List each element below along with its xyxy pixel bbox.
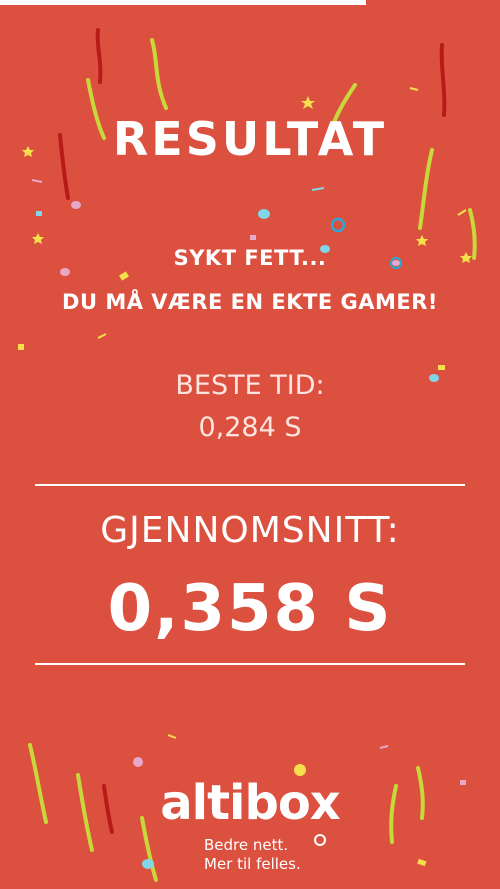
result-message-line2: DU MÅ VÆRE EN EKTE GAMER! bbox=[62, 290, 438, 314]
average-value: 0,358 S bbox=[107, 572, 393, 646]
divider-top bbox=[35, 484, 465, 486]
tagline-line2: Mer til felles. bbox=[204, 855, 301, 873]
divider-bottom bbox=[35, 663, 465, 665]
average-label: GJENNOMSNITT: bbox=[100, 510, 400, 551]
best-time-value: 0,284 S bbox=[198, 412, 302, 443]
tagline-line1: Bedre nett. bbox=[204, 836, 289, 854]
best-time-label: BESTE TID: bbox=[175, 370, 325, 401]
result-title: RESULTAT bbox=[112, 112, 388, 166]
altibox-logo: altibox bbox=[160, 775, 341, 831]
result-message-line1: SYKT FETT... bbox=[173, 246, 327, 270]
